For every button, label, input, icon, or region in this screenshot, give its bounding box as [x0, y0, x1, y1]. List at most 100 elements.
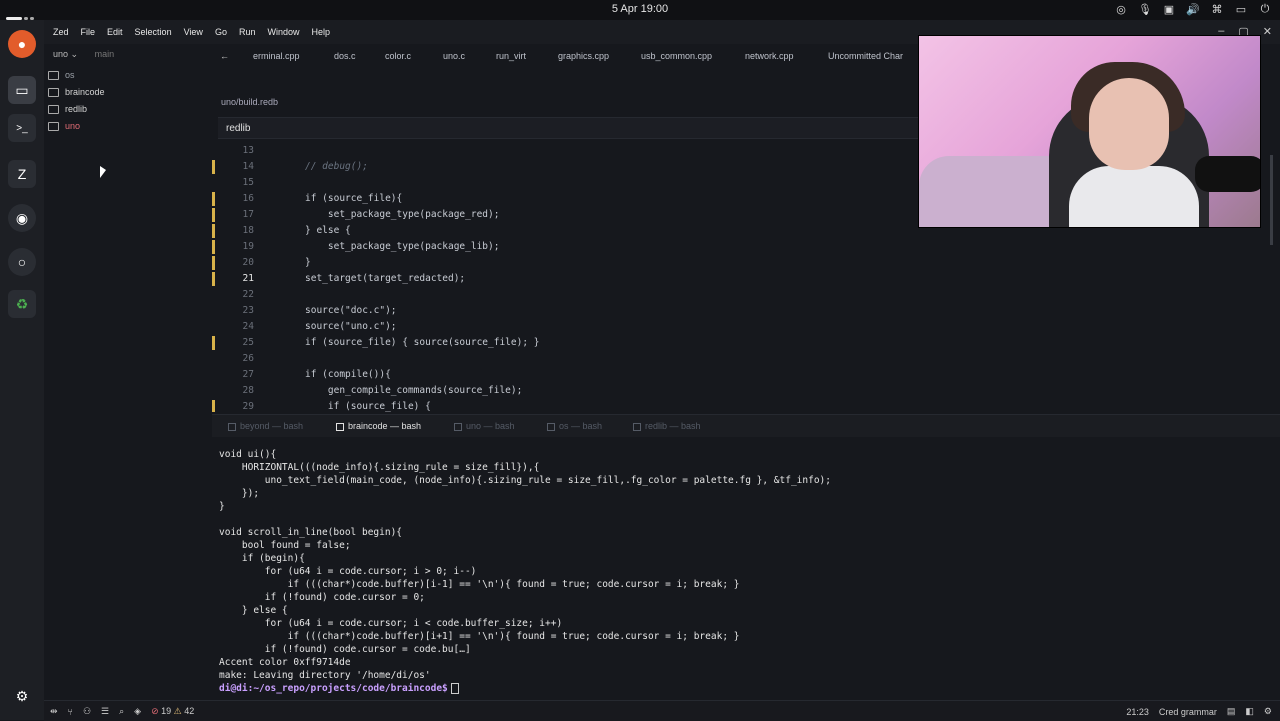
search-icon[interactable]: ⌕ — [119, 706, 124, 717]
menu-edit[interactable]: Edit — [107, 27, 123, 37]
editor-scrollbar[interactable] — [1270, 155, 1273, 245]
terminal-tab-redlib[interactable]: redlib — bash — [633, 421, 701, 431]
tab-terminal-cpp[interactable]: erminal.cpp — [253, 51, 300, 61]
menu-go[interactable]: Go — [215, 27, 227, 37]
network-icon[interactable]: ⌘ — [1210, 3, 1224, 16]
code-line[interactable]: 19 set_package_type(package_lib); — [212, 238, 1280, 254]
collab-icon[interactable]: ⚇ — [83, 706, 91, 717]
tab-color-c[interactable]: color.c — [385, 51, 411, 61]
menu-window[interactable]: Window — [267, 27, 299, 37]
assistant-icon[interactable]: ▤ — [1227, 706, 1236, 717]
line-text: } — [305, 257, 311, 268]
tree-item-redlib[interactable]: redlib — [48, 101, 87, 117]
obs-icon[interactable]: ◉ — [8, 204, 36, 232]
power-icon[interactable]: ⏻ — [1258, 3, 1272, 16]
tree-item-braincode[interactable]: braincode — [48, 84, 105, 100]
search-input[interactable]: redlib — [218, 117, 918, 139]
status-bar: ⇹ ⑂ ⚇ ☰ ⌕ ◈ ⊘ 19 ⚠ 42 21:23 Cred grammar… — [44, 700, 1280, 721]
line-number: 19 — [242, 241, 254, 252]
notifications-icon[interactable]: ⚙ — [1264, 706, 1272, 717]
cursor-position[interactable]: 21:23 — [1126, 707, 1149, 717]
screen-share-icon[interactable]: ▣ — [1162, 3, 1176, 16]
git-gutter-marker — [212, 400, 215, 412]
error-icon: ⊘ — [151, 706, 159, 716]
terminal-tab-uno[interactable]: uno — bash — [454, 421, 515, 431]
disk-icon[interactable]: ○ — [8, 248, 36, 276]
terminal-line: Accent color 0xff9714de — [219, 657, 351, 668]
volume-icon[interactable]: 🔊 — [1186, 3, 1200, 16]
tree-item-label: os — [65, 70, 75, 80]
sidebar-toggle-icon[interactable]: ⇹ — [50, 706, 58, 717]
tab-dos-c[interactable]: dos.c — [334, 51, 356, 61]
close-icon[interactable]: ✕ — [1263, 25, 1272, 38]
code-line[interactable]: 23 source("doc.c"); — [212, 302, 1280, 318]
folder-icon — [48, 121, 59, 131]
terminal-icon — [547, 422, 555, 431]
feedback-icon[interactable]: ◧ — [1245, 706, 1254, 717]
color-picker-icon[interactable]: ◎ — [1114, 3, 1128, 16]
diagnostics[interactable]: ⊘ 19 ⚠ 42 — [151, 706, 194, 717]
debug-icon[interactable]: ◈ — [134, 706, 141, 717]
clock[interactable]: 5 Apr 19:00 — [0, 3, 1280, 15]
language-selector[interactable]: Cred grammar — [1159, 707, 1217, 717]
menu-run[interactable]: Run — [239, 27, 256, 37]
tree-item-label: redlib — [65, 104, 88, 114]
terminal-tab-bar: beyond — bash braincode — bash uno — bas… — [212, 414, 1280, 437]
tab-run-virt[interactable]: run_virt — [496, 51, 526, 61]
breadcrumb[interactable]: uno/build.redb — [221, 97, 278, 107]
menu-view[interactable]: View — [184, 27, 203, 37]
code-line[interactable]: 22 — [212, 286, 1280, 302]
code-line[interactable]: 21 set_target(target_redacted); — [212, 270, 1280, 286]
tab-network-cpp[interactable]: network.cpp — [745, 51, 794, 61]
code-line[interactable]: 25 if (source_file) { source(source_file)… — [212, 334, 1280, 350]
code-line[interactable]: 29 if (source_file) { — [212, 398, 1280, 412]
battery-icon[interactable]: ▭ — [1234, 3, 1248, 16]
webcam-microphone — [1195, 156, 1260, 192]
trash-icon[interactable]: ♻ — [8, 290, 36, 318]
line-number: 29 — [242, 401, 254, 412]
line-number: 14 — [242, 161, 254, 172]
terminal-icon — [633, 422, 641, 431]
terminal-tab-braincode[interactable]: braincode — bash — [336, 421, 421, 431]
menu-help[interactable]: Help — [311, 27, 330, 37]
tab-graphics-cpp[interactable]: graphics.cpp — [558, 51, 609, 61]
webcam-person-shirt — [1069, 166, 1199, 227]
line-text: } else { — [305, 225, 351, 236]
files-icon[interactable]: ▭ — [8, 76, 36, 104]
zed-editor-icon[interactable]: Z — [8, 160, 36, 188]
code-line[interactable]: 28 gen_compile_commands(source_file); — [212, 382, 1280, 398]
terminal-tab-beyond[interactable]: beyond — bash — [228, 421, 303, 431]
app-grid-icon[interactable]: ⚙ — [8, 682, 36, 710]
git-branch-icon[interactable]: ⑂ — [68, 707, 73, 717]
code-line[interactable]: 26 — [212, 350, 1280, 366]
tree-item-os[interactable]: os — [48, 67, 75, 83]
terminal-tab-os[interactable]: os — bash — [547, 421, 602, 431]
back-arrow-icon[interactable]: ← — [220, 51, 229, 61]
line-number: 20 — [242, 257, 254, 268]
line-text: gen_compile_commands(source_file); — [305, 385, 523, 396]
line-number: 24 — [242, 321, 254, 332]
terminal-line: for (u64 i = code.cursor; i < code.buffe… — [219, 618, 563, 629]
terminal-line: if (!found) code.cursor = code.bu[…] — [219, 644, 471, 655]
line-text: set_target(target_redacted); — [305, 273, 466, 284]
tab-uncommitted-changes[interactable]: Uncommitted Char — [828, 51, 903, 61]
line-text: set_package_type(package_lib); — [305, 241, 500, 252]
tab-uno-c[interactable]: uno.c — [443, 51, 465, 61]
line-text: source("doc.c"); — [305, 305, 397, 316]
code-line[interactable]: 20} — [212, 254, 1280, 270]
firefox-icon[interactable]: ● — [8, 30, 36, 58]
menu-file[interactable]: File — [81, 27, 96, 37]
mouse-cursor — [100, 166, 106, 178]
code-line[interactable]: 24 source("uno.c"); — [212, 318, 1280, 334]
line-number: 23 — [242, 305, 254, 316]
terminal-prompt[interactable]: di@di:~/os_repo/projects/code/braincode$ — [219, 683, 459, 696]
menu-selection[interactable]: Selection — [135, 27, 172, 37]
tab-usb-common-cpp[interactable]: usb_common.cpp — [641, 51, 712, 61]
webcam-person-face — [1089, 78, 1169, 170]
menu-zed[interactable]: Zed — [53, 27, 69, 37]
microphone-icon[interactable]: 🎙 — [1138, 3, 1152, 16]
tree-item-uno[interactable]: uno — [48, 118, 80, 134]
code-line[interactable]: 27 if (compile()){ — [212, 366, 1280, 382]
outline-icon[interactable]: ☰ — [101, 706, 109, 717]
terminal-icon[interactable]: >_ — [8, 114, 36, 142]
